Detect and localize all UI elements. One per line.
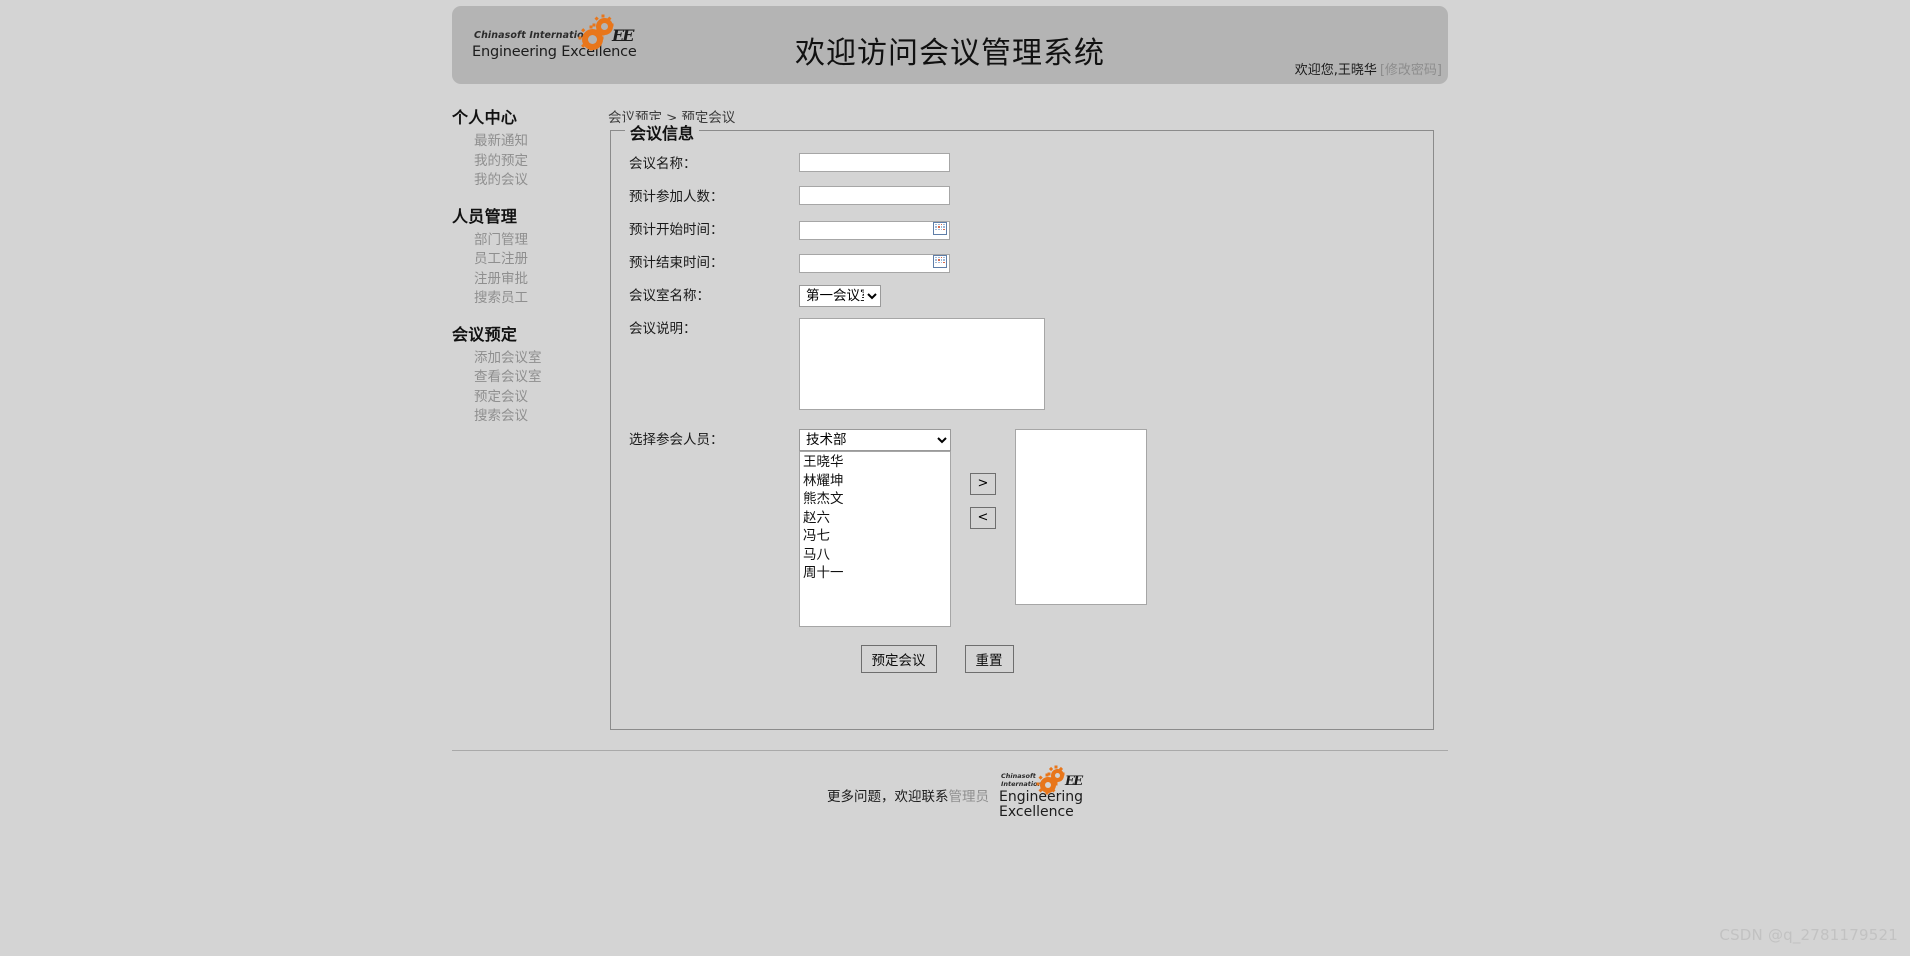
footer-admin-link[interactable]: 管理员 xyxy=(949,789,990,805)
end-time-field xyxy=(799,252,950,273)
room-name-label: 会议室名称： xyxy=(629,288,710,304)
form-row-room-name: 会议室名称： 第一会议室 xyxy=(611,285,1433,307)
start-time-input[interactable] xyxy=(799,221,950,240)
footer-logo-ee-mark: EE xyxy=(1065,774,1083,789)
footer-text: 更多问题，欢迎联系 xyxy=(827,789,949,805)
form-row-attendee-count: 预计参加人数： xyxy=(611,186,1433,208)
footer-logo: Chinasoft International Engineering Exce… xyxy=(999,765,1083,821)
watermark: CSDN @q_2781179521 xyxy=(1719,926,1898,944)
page-root: Chinasoft International Engineering Exce… xyxy=(0,0,1910,956)
form-actions: 预定会议 重置 xyxy=(611,645,1433,673)
reset-button[interactable]: 重置 xyxy=(964,645,1014,673)
form-row-start-time: 预计开始时间： xyxy=(611,219,1433,241)
sidebar-group-staff: 人员管理 部门管理 员工注册 注册审批 搜索员工 xyxy=(452,203,582,309)
list-item[interactable]: 王晓华 xyxy=(800,453,950,472)
sidebar-group-title: 个人中心 xyxy=(452,108,518,127)
participants-dual-list: 技术部 王晓华 林耀坤 熊杰文 赵六 冯七 马八 周十一 > < xyxy=(799,429,1147,627)
add-participant-button[interactable]: > xyxy=(970,473,996,495)
participants-label: 选择参会人员： xyxy=(629,432,724,448)
footer-text-block: 更多问题，欢迎联系管理员 xyxy=(827,785,989,805)
sidebar-item-my-meetings[interactable]: 我的会议 xyxy=(452,171,582,191)
list-item[interactable]: 林耀坤 xyxy=(800,472,950,491)
list-item[interactable]: 马八 xyxy=(800,546,950,565)
form-row-participants: 选择参会人员： 技术部 王晓华 林耀坤 熊杰文 赵六 冯七 马八 周十一 > < xyxy=(611,429,1433,627)
footer-logo-excellence: Excellence xyxy=(999,804,1074,820)
sidebar-group-personal: 个人中心 最新通知 我的预定 我的会议 xyxy=(452,104,582,191)
sidebar-item-my-bookings[interactable]: 我的预定 xyxy=(452,152,582,172)
sidebar-group-title: 会议预定 xyxy=(452,324,518,344)
welcome-area: 欢迎您,王晓华 [修改密码] xyxy=(1295,59,1442,78)
sidebar-group-title: 人员管理 xyxy=(452,206,518,226)
list-item[interactable]: 熊杰文 xyxy=(800,490,950,509)
sidebar-item-search-employee[interactable]: 搜索员工 xyxy=(452,289,582,309)
calendar-icon[interactable] xyxy=(933,255,947,268)
list-item[interactable]: 冯七 xyxy=(800,527,950,546)
list-item[interactable]: 赵六 xyxy=(800,509,950,528)
available-participants-list[interactable]: 王晓华 林耀坤 熊杰文 赵六 冯七 马八 周十一 xyxy=(799,451,951,627)
sidebar: 个人中心 最新通知 我的预定 我的会议 人员管理 部门管理 员工注册 注册审批 … xyxy=(452,104,582,439)
participants-right-column xyxy=(1015,429,1147,605)
sidebar-item-registration-approval[interactable]: 注册审批 xyxy=(452,270,582,290)
change-password-link[interactable]: [修改密码] xyxy=(1380,63,1442,78)
meeting-form: 会议名称： 预计参加人数： 预计开始时间： 预计结束时间： 会议室名称： 第一会… xyxy=(611,153,1433,673)
sidebar-item-book-meeting[interactable]: 预定会议 xyxy=(452,388,582,408)
selected-participants-list[interactable] xyxy=(1015,429,1147,605)
participants-left-column: 技术部 王晓华 林耀坤 熊杰文 赵六 冯七 马八 周十一 xyxy=(799,429,951,627)
room-name-select[interactable]: 第一会议室 xyxy=(799,285,881,307)
end-time-label: 预计结束时间： xyxy=(629,255,724,271)
footer: 更多问题，欢迎联系管理员 Chinasoft International Eng… xyxy=(452,760,1448,830)
sidebar-item-add-room[interactable]: 添加会议室 xyxy=(452,349,582,369)
sidebar-item-employee-registration[interactable]: 员工注册 xyxy=(452,250,582,270)
start-time-label: 预计开始时间： xyxy=(629,222,724,238)
meeting-name-label: 会议名称： xyxy=(629,156,697,172)
start-time-field xyxy=(799,219,950,240)
panel-legend: 会议信息 xyxy=(625,120,700,144)
meeting-info-panel: 会议信息 会议名称： 预计参加人数： 预计开始时间： 预计结束时间： 会议室名称… xyxy=(610,120,1434,730)
transfer-buttons: > < xyxy=(951,429,1015,541)
sidebar-item-latest-notice[interactable]: 最新通知 xyxy=(452,132,582,152)
list-item[interactable]: 周十一 xyxy=(800,564,950,583)
welcome-text: 欢迎您,王晓华 xyxy=(1294,63,1377,78)
header-banner: Chinasoft International Engineering Exce… xyxy=(452,6,1448,84)
form-row-description: 会议说明： xyxy=(611,318,1433,410)
attendee-count-input[interactable] xyxy=(799,186,950,205)
gear-icon: EE xyxy=(1036,765,1083,794)
department-select[interactable]: 技术部 xyxy=(799,429,951,451)
sidebar-item-department-management[interactable]: 部门管理 xyxy=(452,231,582,251)
end-time-input[interactable] xyxy=(799,254,950,273)
description-label: 会议说明： xyxy=(629,321,697,337)
calendar-icon[interactable] xyxy=(933,222,947,235)
sidebar-group-booking: 会议预定 添加会议室 查看会议室 预定会议 搜索会议 xyxy=(452,321,582,427)
meeting-name-input[interactable] xyxy=(799,153,950,172)
sidebar-item-search-meeting[interactable]: 搜索会议 xyxy=(452,407,582,427)
sidebar-item-view-rooms[interactable]: 查看会议室 xyxy=(452,368,582,388)
submit-booking-button[interactable]: 预定会议 xyxy=(860,645,937,673)
description-textarea[interactable] xyxy=(799,318,1045,410)
attendee-count-label: 预计参加人数： xyxy=(629,189,724,205)
remove-participant-button[interactable]: < xyxy=(970,507,996,529)
form-row-end-time: 预计结束时间： xyxy=(611,252,1433,274)
footer-divider xyxy=(452,750,1448,751)
form-row-meeting-name: 会议名称： xyxy=(611,153,1433,175)
